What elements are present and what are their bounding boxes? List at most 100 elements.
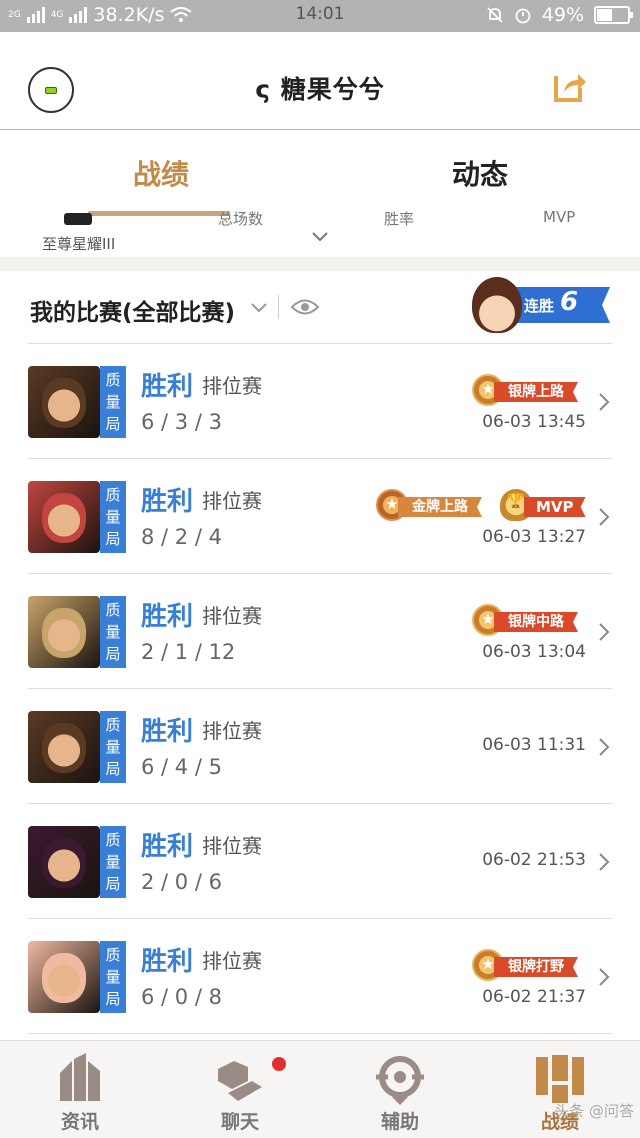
mute-bell-icon xyxy=(487,7,503,23)
eye-icon[interactable] xyxy=(290,296,320,318)
assist-icon xyxy=(376,1056,424,1105)
match-filter-bar: 我的比赛(全部比赛) 连胜 6 xyxy=(0,271,640,343)
tab-records[interactable]: 战绩 xyxy=(133,153,189,193)
quality-tag: 质量局 xyxy=(100,481,126,553)
quality-tag: 质量局 xyxy=(100,826,126,898)
quality-char: 质 xyxy=(105,831,121,849)
streak-label: 连胜 xyxy=(524,297,555,315)
chevron-down-icon[interactable] xyxy=(310,227,330,247)
hero-face xyxy=(42,493,86,543)
match-row[interactable]: 质量局胜利 排位赛 8 / 2 / 4 06-03 13:27 ★ 金牌上路 🏆 MVP xyxy=(0,459,640,574)
match-kda: 6 / 0 / 8 xyxy=(141,985,222,1009)
stat-label-winrate: 胜率 xyxy=(384,210,415,228)
match-time: 06-03 13:04 xyxy=(482,642,586,662)
stats-summary: 至尊星耀III 总场数 胜率 MVP xyxy=(0,205,640,257)
nav-records[interactable]: 战绩 xyxy=(480,1041,640,1138)
match-row[interactable]: 质量局胜利 排位赛 6 / 0 / 8 06-02 21:37 ★ 银牌打野 xyxy=(0,919,640,1034)
match-time: 06-02 21:53 xyxy=(482,850,586,870)
quality-tag: 质量局 xyxy=(100,941,126,1013)
match-mode: 排位赛 xyxy=(202,604,262,628)
match-mode: 排位赛 xyxy=(202,719,262,743)
rank-icon xyxy=(64,213,92,225)
match-result: 胜利 xyxy=(141,487,194,517)
quality-char: 量 xyxy=(105,508,121,526)
share-icon[interactable] xyxy=(552,68,588,104)
quality-char: 质 xyxy=(105,716,121,734)
match-row[interactable]: 质量局胜利 排位赛 6 / 3 / 3 06-03 13:45 ★ 银牌上路 xyxy=(0,344,640,459)
nav-assist[interactable]: 辅助 xyxy=(320,1041,480,1138)
quality-char: 局 xyxy=(105,645,121,663)
match-time: 06-03 13:45 xyxy=(482,412,586,432)
battery-icon xyxy=(594,6,633,24)
notification-dot xyxy=(272,1057,286,1071)
app-header: ς 糖果兮兮 xyxy=(0,32,640,130)
quality-char: 量 xyxy=(105,738,121,756)
nav-chat[interactable]: 聊天 xyxy=(160,1041,320,1138)
chevron-right-icon xyxy=(599,623,610,641)
match-kda: 6 / 3 / 3 xyxy=(141,410,222,434)
lane-medal-label: 银牌打野 xyxy=(494,957,578,977)
hero-portrait xyxy=(28,481,100,553)
match-result: 胜利 xyxy=(141,832,194,862)
alarm-icon xyxy=(515,8,531,24)
mvp-label: MVP xyxy=(524,497,586,517)
match-kda: 2 / 1 / 12 xyxy=(141,640,236,664)
mvp-badge: 🏆 MVP xyxy=(500,489,592,523)
nav-news[interactable]: 资讯 xyxy=(0,1041,160,1138)
match-result: 胜利 xyxy=(141,947,194,977)
watermark: 头条 @问答 xyxy=(554,1102,634,1120)
quality-char: 质 xyxy=(105,946,121,964)
match-row[interactable]: 质量局胜利 排位赛 2 / 1 / 12 06-03 13:04 ★ 银牌中路 xyxy=(0,574,640,689)
quality-char: 局 xyxy=(105,415,121,433)
battery-percent: 49% xyxy=(541,4,584,26)
page-title: ς 糖果兮兮 xyxy=(255,75,385,104)
quality-char: 局 xyxy=(105,760,121,778)
match-kda: 8 / 2 / 4 xyxy=(141,525,222,549)
match-row[interactable]: 质量局胜利 排位赛 6 / 4 / 5 06-03 11:31 xyxy=(0,689,640,804)
match-time: 06-02 21:37 xyxy=(482,987,586,1007)
tab-feed[interactable]: 动态 xyxy=(452,153,508,193)
streak-count: 6 xyxy=(560,287,579,317)
chat-icon xyxy=(218,1061,262,1101)
match-mode: 排位赛 xyxy=(202,949,262,973)
lane-medal-label: 金牌上路 xyxy=(398,497,482,517)
lane-medal-label: 银牌中路 xyxy=(494,612,578,632)
match-filter-label[interactable]: 我的比赛(全部比赛) xyxy=(30,293,235,327)
quality-char: 质 xyxy=(105,486,121,504)
quality-tag: 质量局 xyxy=(100,366,126,438)
row-divider xyxy=(28,1033,612,1034)
nav-assist-label: 辅助 xyxy=(380,1111,419,1133)
match-result: 胜利 xyxy=(141,372,194,402)
quality-tag: 质量局 xyxy=(100,596,126,668)
chevron-down-icon[interactable] xyxy=(248,297,270,319)
filter-separator xyxy=(278,295,279,319)
hero-face xyxy=(42,378,86,428)
nav-chat-label: 聊天 xyxy=(220,1111,259,1133)
hero-portrait xyxy=(28,366,100,438)
chevron-right-icon xyxy=(599,738,610,756)
quality-char: 量 xyxy=(105,968,121,986)
record-icon xyxy=(536,1055,584,1103)
hero-face xyxy=(42,838,86,888)
quality-char: 质 xyxy=(105,371,121,389)
lane-medal-label: 银牌上路 xyxy=(494,382,578,402)
quality-char: 局 xyxy=(105,530,121,548)
hero-portrait xyxy=(28,941,100,1013)
quality-char: 量 xyxy=(105,623,121,641)
quality-char: 质 xyxy=(105,601,121,619)
quality-tag: 质量局 xyxy=(100,711,126,783)
status-bar: 2G 4G 38.2K/s 14:01 49% xyxy=(0,0,640,32)
match-time: 06-03 11:31 xyxy=(482,735,586,755)
hero-portrait xyxy=(28,826,100,898)
match-row[interactable]: 质量局胜利 排位赛 2 / 0 / 6 06-02 21:53 xyxy=(0,804,640,919)
quality-char: 量 xyxy=(105,853,121,871)
match-mode: 排位赛 xyxy=(202,834,262,858)
section-divider xyxy=(0,257,640,271)
quality-char: 局 xyxy=(105,875,121,893)
match-result: 胜利 xyxy=(141,717,194,747)
chevron-right-icon xyxy=(599,508,610,526)
hero-portrait xyxy=(28,711,100,783)
quality-char: 局 xyxy=(105,990,121,1008)
match-kda: 2 / 0 / 6 xyxy=(141,870,222,894)
stat-label-mvp: MVP xyxy=(543,208,576,226)
